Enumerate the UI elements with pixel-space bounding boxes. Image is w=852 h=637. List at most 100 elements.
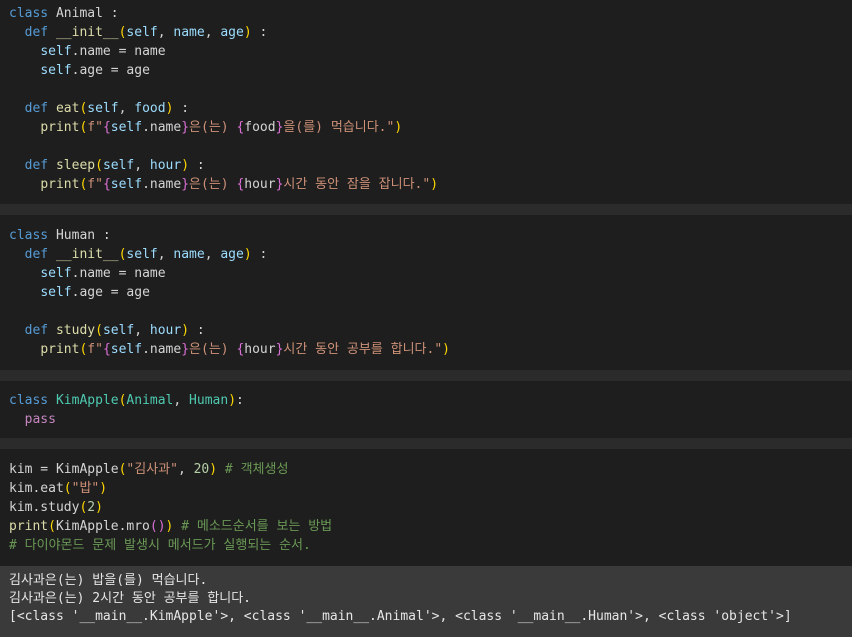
code-token: eat (55, 101, 80, 116)
code-token: } (181, 120, 190, 135)
code-cell-usage[interactable]: kim = KimApple("김사과", 20) # 객체생성 kim.eat(… (0, 449, 852, 566)
code-token: ) (181, 158, 190, 173)
code-token: "밥" (71, 481, 100, 496)
code-token: ) (243, 247, 252, 262)
code-token: : (251, 247, 268, 262)
code-token: sleep (55, 158, 96, 173)
code-token: ) (442, 342, 450, 357)
code-cell-animal[interactable]: class Animal : def __init__(self, name, … (0, 0, 852, 204)
code-line: class Animal : (9, 4, 119, 23)
code-token: Animal (126, 393, 174, 408)
code-line: self.name = name (9, 42, 165, 61)
output-line: 김사과은(는) 밥을(를) 먹습니다. (9, 573, 208, 588)
code-cell-kimapple[interactable]: class KimApple(Animal, Human): pass (0, 381, 852, 438)
code-token: class (9, 228, 49, 243)
code-token: : (251, 25, 268, 40)
code-token: ) (95, 500, 103, 515)
code-line: kim.study(2) (9, 498, 103, 517)
code-token: self (110, 177, 143, 192)
code-token: self (40, 63, 72, 78)
code-line: self.name = name (9, 264, 165, 283)
code-token: } (181, 177, 190, 192)
code-token: hour (244, 177, 276, 192)
code-token: .name (142, 342, 182, 357)
code-token: self (110, 342, 143, 357)
code-token: .age = age (71, 63, 150, 78)
code-line: print(f"{self.name}은(는) {food}을(를) 먹습니다.… (9, 118, 402, 137)
code-line: print(f"{self.name}은(는) {hour}시간 동안 잠을 잡… (9, 175, 438, 194)
code-token: ( (63, 481, 72, 496)
code-token: , (204, 247, 221, 262)
code-token: : (173, 101, 190, 116)
code-token: def (24, 323, 49, 338)
code-token: class (9, 393, 49, 408)
code-token: self (40, 44, 72, 59)
code-token: age (220, 25, 244, 40)
code-token: # 다이야몬드 문제 발생시 메서드가 실행되는 순서. (9, 538, 311, 553)
code-token: kim.study (9, 500, 80, 515)
code-token: 은(는) (189, 120, 237, 135)
code-token: self (40, 285, 72, 300)
code-line: def study(self, hour) : (9, 321, 205, 340)
code-token: 시간 동안 잠을 잡니다." (283, 177, 431, 192)
code-token: class (9, 6, 49, 21)
code-token: f" (87, 120, 103, 135)
code-token: def (24, 101, 49, 116)
code-token: food (244, 120, 276, 135)
code-line: def __init__(self, name, age) : (9, 23, 268, 42)
code-cell-human[interactable]: class Human : def __init__(self, name, a… (0, 215, 852, 370)
code-token: , (173, 393, 190, 408)
code-token: ) (430, 177, 439, 192)
code-token: hour (149, 323, 182, 338)
code-line: kim = KimApple("김사과", 20) # 객체생성 (9, 460, 288, 479)
code-token: .name (142, 177, 182, 192)
code-token: Human (189, 393, 229, 408)
code-token: hour (149, 158, 182, 173)
code-token: f" (87, 177, 103, 192)
code-token: name (173, 247, 205, 262)
code-token: name (173, 25, 205, 40)
code-token: { (102, 177, 111, 192)
code-token: KimApple.mro (55, 519, 150, 534)
code-token: # 객체생성 (224, 462, 289, 477)
code-token: print (9, 519, 49, 534)
code-token: ) (99, 481, 108, 496)
code-token: { (102, 120, 111, 135)
code-token: 시간 동안 공부를 합니다." (283, 342, 443, 357)
code-token: .name (142, 120, 182, 135)
code-token: 2 (87, 500, 96, 515)
code-token: f" (87, 342, 103, 357)
code-line: def eat(self, food) : (9, 99, 189, 118)
code-token: 을(를) 먹습니다." (283, 120, 395, 135)
code-token: , (157, 247, 174, 262)
code-token: 은(는) (189, 342, 237, 357)
code-token: def (24, 158, 49, 173)
code-token: KimApple (55, 393, 119, 408)
code-line: self.age = age (9, 283, 150, 302)
code-token: self (40, 266, 72, 281)
code-token: ) (157, 519, 166, 534)
code-token: ) (209, 462, 218, 477)
code-token: print (40, 342, 80, 357)
code-line: def sleep(self, hour) : (9, 156, 205, 175)
code-token: ) (243, 25, 252, 40)
code-line: # 다이야몬드 문제 발생시 메서드가 실행되는 순서. (9, 536, 311, 555)
code-token: , (134, 158, 150, 173)
code-token: print (40, 120, 80, 135)
code-token: ) (228, 393, 237, 408)
output-line: [<class '__main__.KimApple'>, <class '__… (9, 609, 792, 624)
code-token: study (55, 323, 96, 338)
code-token: age (220, 247, 244, 262)
code-token: kim.eat (9, 481, 64, 496)
